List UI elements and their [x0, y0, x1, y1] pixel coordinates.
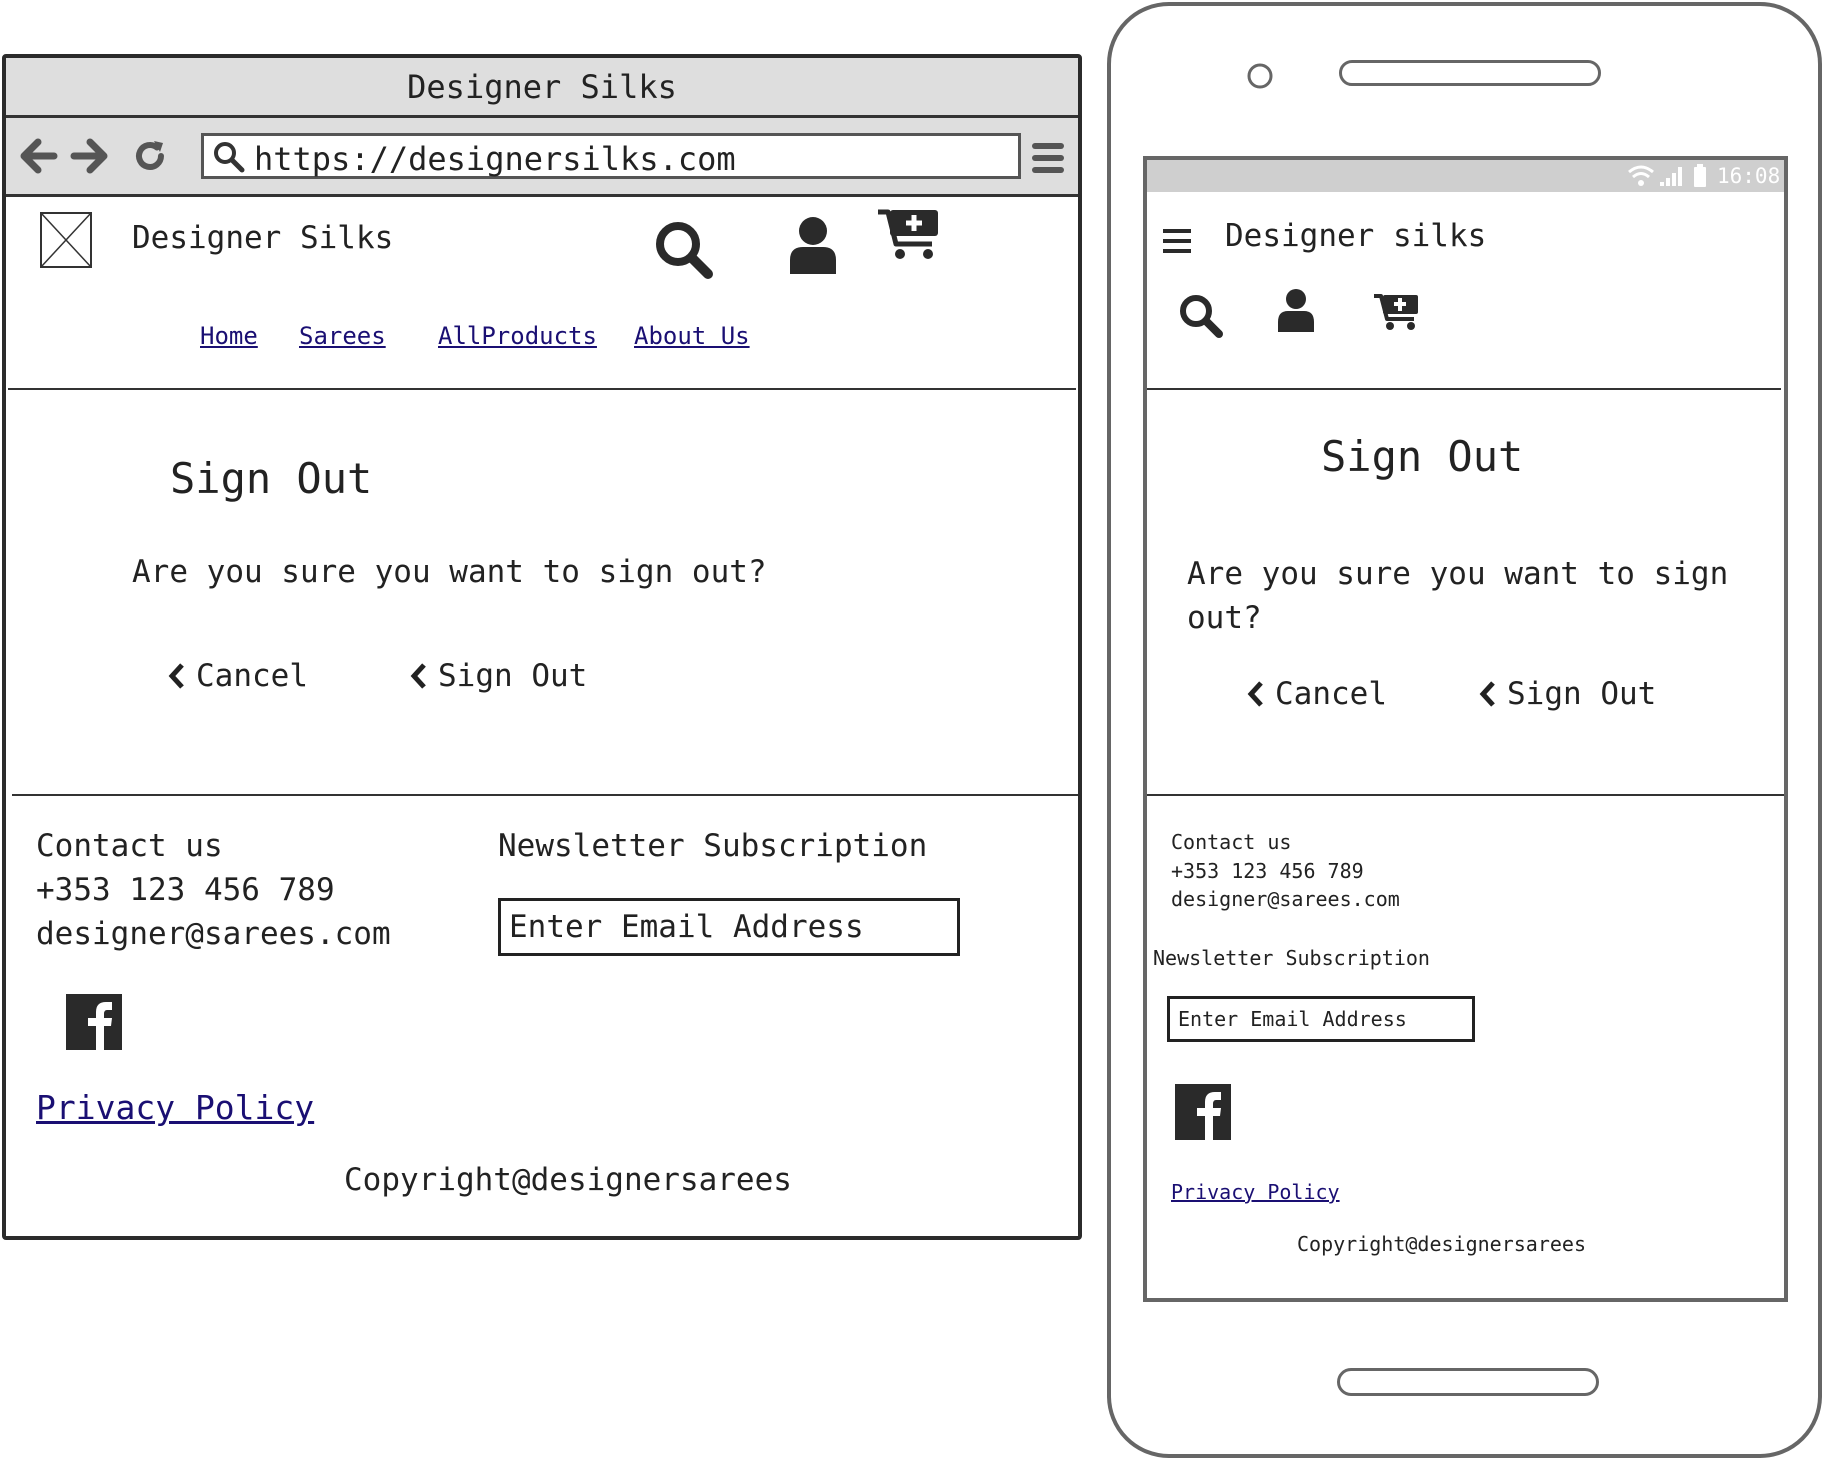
privacy-policy-link[interactable]: Privacy Policy	[36, 1088, 314, 1127]
nav-allproducts[interactable]: AllProducts	[438, 322, 597, 350]
signout-button[interactable]: Sign Out	[1479, 676, 1656, 712]
contact-title: Contact us	[36, 828, 223, 864]
signout-label: Sign Out	[1507, 676, 1657, 712]
nav-home[interactable]: Home	[200, 322, 258, 350]
header-divider	[1147, 388, 1781, 390]
facebook-icon[interactable]	[66, 994, 122, 1050]
signout-question-line2: out?	[1187, 600, 1262, 636]
user-icon[interactable]	[1277, 288, 1315, 332]
chevron-left-icon	[1479, 680, 1497, 708]
page-title: Sign Out	[170, 454, 373, 503]
refresh-icon[interactable]	[132, 138, 168, 174]
signal-icon	[1659, 164, 1685, 188]
footer-divider	[1147, 794, 1784, 796]
browser-toolbar: https://designersilks.com	[6, 118, 1078, 197]
signout-question: Are you sure you want to sign out?	[132, 554, 767, 590]
signout-label: Sign Out	[438, 658, 588, 694]
window-title: Designer Silks	[6, 58, 1078, 118]
cart-add-icon[interactable]	[876, 206, 942, 262]
newsletter-email-input[interactable]	[498, 898, 960, 956]
header-divider	[8, 388, 1076, 390]
cart-add-icon[interactable]	[1373, 292, 1421, 332]
contact-phone: +353 123 456 789	[36, 872, 335, 908]
status-bar: 16:08	[1147, 160, 1784, 192]
chevron-left-icon	[410, 662, 428, 690]
copyright: Copyright@designersarees	[344, 1162, 792, 1198]
contact-phone: +353 123 456 789	[1171, 859, 1364, 883]
contact-email: designer@sarees.com	[1171, 887, 1400, 911]
url-text: https://designersilks.com	[254, 140, 736, 178]
phone-screen: 16:08 Designer silks Sign Out Are you su…	[1143, 156, 1788, 1302]
cancel-button[interactable]: Cancel	[1247, 676, 1387, 712]
nav-about-us[interactable]: About Us	[634, 322, 750, 350]
search-icon	[212, 140, 246, 174]
chevron-left-icon	[168, 662, 186, 690]
browser-window: Designer Silks https://designersilks.com…	[2, 54, 1082, 1240]
front-camera	[1246, 62, 1274, 90]
battery-icon	[1693, 164, 1707, 188]
address-bar[interactable]: https://designersilks.com	[201, 133, 1021, 179]
page-title: Sign Out	[1321, 432, 1524, 481]
arrow-right-icon[interactable]	[70, 138, 108, 174]
phone-speaker	[1339, 60, 1601, 86]
copyright: Copyright@designersarees	[1297, 1232, 1586, 1256]
facebook-icon[interactable]	[1175, 1084, 1231, 1140]
contact-title: Contact us	[1171, 830, 1292, 854]
hamburger-menu-icon[interactable]	[1032, 141, 1064, 175]
search-icon[interactable]	[652, 218, 716, 282]
cancel-button[interactable]: Cancel	[168, 658, 308, 694]
signout-button[interactable]: Sign Out	[410, 658, 587, 694]
user-icon[interactable]	[788, 216, 838, 274]
hamburger-menu-icon[interactable]	[1163, 228, 1191, 254]
home-button[interactable]	[1337, 1368, 1599, 1396]
chevron-left-icon	[1247, 680, 1265, 708]
footer-divider	[12, 794, 1078, 796]
newsletter-title: Newsletter Subscription	[498, 828, 928, 864]
wifi-icon	[1627, 164, 1655, 188]
cancel-label: Cancel	[196, 658, 308, 694]
cancel-label: Cancel	[1275, 676, 1387, 712]
image-placeholder-icon	[40, 212, 92, 268]
privacy-policy-link[interactable]: Privacy Policy	[1171, 1180, 1340, 1204]
site-name: Designer Silks	[132, 220, 394, 256]
status-time: 16:08	[1717, 164, 1781, 188]
nav-sarees[interactable]: Sarees	[299, 322, 386, 350]
arrow-left-icon[interactable]	[20, 138, 58, 174]
site-name: Designer silks	[1225, 218, 1487, 254]
contact-email: designer@sarees.com	[36, 916, 391, 952]
newsletter-title: Newsletter Subscription	[1153, 946, 1430, 970]
newsletter-email-input[interactable]	[1167, 996, 1475, 1042]
signout-question-line1: Are you sure you want to sign	[1187, 556, 1729, 592]
search-icon[interactable]	[1177, 292, 1225, 340]
